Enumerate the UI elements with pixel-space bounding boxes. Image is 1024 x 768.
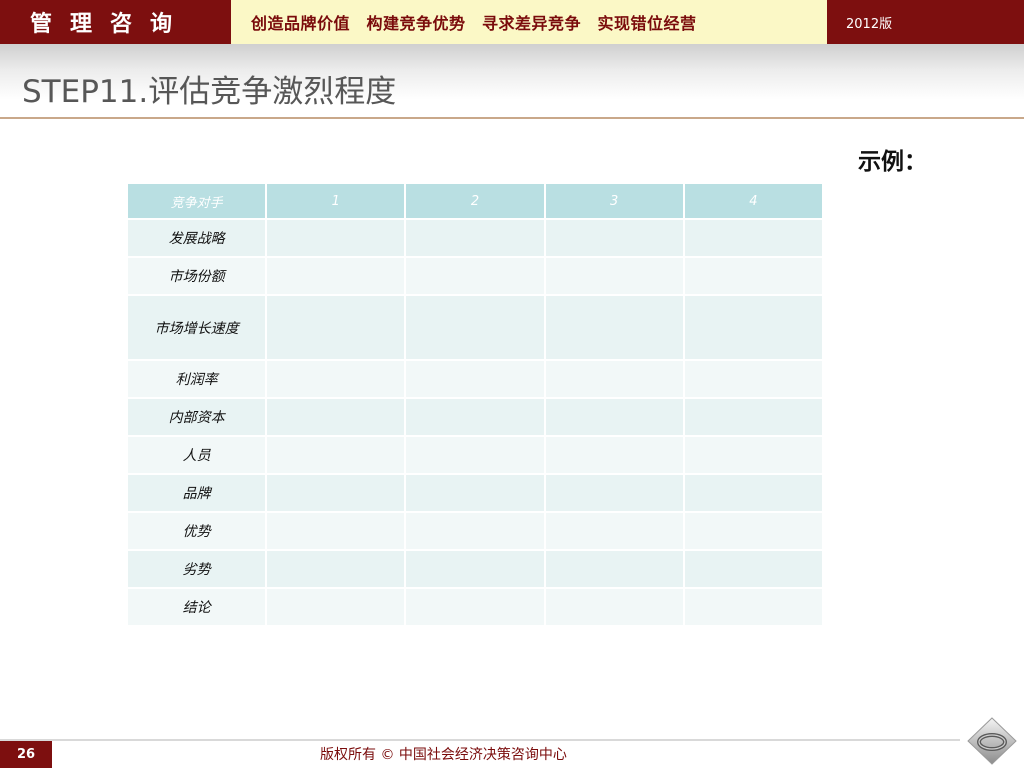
- table-cell: [684, 437, 824, 475]
- table-row: 发展战略: [128, 220, 824, 258]
- table-cell: [545, 361, 685, 399]
- table-cell: [267, 361, 407, 399]
- footer-divider: [0, 739, 960, 741]
- table-cell: [545, 475, 685, 513]
- row-label: 市场份额: [128, 258, 268, 296]
- version-label: 2012版: [846, 16, 893, 32]
- table-cell: [684, 513, 824, 551]
- table-cell: [545, 296, 685, 361]
- table-header-cell: 3: [545, 184, 685, 220]
- row-label: 市场增长速度: [128, 296, 268, 361]
- table-cell: [684, 589, 824, 627]
- table-cell: [406, 551, 546, 589]
- table-cell: [267, 220, 407, 258]
- table-cell: [545, 513, 685, 551]
- page-number: 26: [0, 741, 52, 768]
- table-cell: [684, 220, 824, 258]
- table-cell: [684, 475, 824, 513]
- row-label: 人员: [128, 437, 268, 475]
- table-cell: [684, 258, 824, 296]
- row-label: 发展战略: [128, 220, 268, 258]
- table-cell: [684, 399, 824, 437]
- table-cell: [684, 551, 824, 589]
- slogan: 创造品牌价值 构建竞争优势 寻求差异竞争 实现错位经营: [231, 0, 827, 44]
- row-label: 结论: [128, 589, 268, 627]
- table-header-cell: 1: [267, 184, 407, 220]
- table-cell: [267, 551, 407, 589]
- table-cell: [684, 296, 824, 361]
- table-cell: [684, 361, 824, 399]
- row-label: 品牌: [128, 475, 268, 513]
- table-cell: [545, 589, 685, 627]
- page-title: STEP11.评估竞争激烈程度: [22, 74, 397, 110]
- table-cell: [267, 296, 407, 361]
- table-cell: [545, 399, 685, 437]
- table-row: 利润率: [128, 361, 824, 399]
- example-label: 示例：: [858, 149, 927, 175]
- table-cell: [406, 220, 546, 258]
- table-cell: [267, 475, 407, 513]
- table-cell: [545, 437, 685, 475]
- table-cell: [406, 475, 546, 513]
- table-cell: [406, 258, 546, 296]
- table-cell: [267, 258, 407, 296]
- brand-title: 管理咨询: [0, 0, 228, 44]
- row-label: 利润率: [128, 361, 268, 399]
- table-row: 结论: [128, 589, 824, 627]
- row-label: 劣势: [128, 551, 268, 589]
- diamond-ring-logo-icon: [967, 717, 1017, 765]
- table-header-cell: 4: [684, 184, 824, 220]
- table-header-cell: 竞争对手: [128, 184, 268, 220]
- table-row: 市场增长速度: [128, 296, 824, 361]
- competitor-table: 竞争对手 1 2 3 4 发展战略 市场份额 市场增长速度 利润率 内部资本 人…: [128, 184, 824, 627]
- row-label: 内部资本: [128, 399, 268, 437]
- table-cell: [545, 220, 685, 258]
- table-cell: [406, 437, 546, 475]
- table-header-cell: 2: [406, 184, 546, 220]
- table-header-row: 竞争对手 1 2 3 4: [128, 184, 824, 220]
- table-row: 劣势: [128, 551, 824, 589]
- table-row: 市场份额: [128, 258, 824, 296]
- table-row: 优势: [128, 513, 824, 551]
- table-cell: [406, 361, 546, 399]
- table-cell: [267, 513, 407, 551]
- table-cell: [406, 399, 546, 437]
- table-cell: [267, 589, 407, 627]
- table-cell: [267, 399, 407, 437]
- table-row: 品牌: [128, 475, 824, 513]
- row-label: 优势: [128, 513, 268, 551]
- copyright-text: 版权所有 © 中国社会经济决策咨询中心: [320, 747, 567, 763]
- table-row: 内部资本: [128, 399, 824, 437]
- table-cell: [545, 551, 685, 589]
- table-row: 人员: [128, 437, 824, 475]
- table-cell: [406, 296, 546, 361]
- table-cell: [406, 589, 546, 627]
- title-divider: [0, 117, 1024, 119]
- table-cell: [545, 258, 685, 296]
- table-cell: [406, 513, 546, 551]
- table-cell: [267, 437, 407, 475]
